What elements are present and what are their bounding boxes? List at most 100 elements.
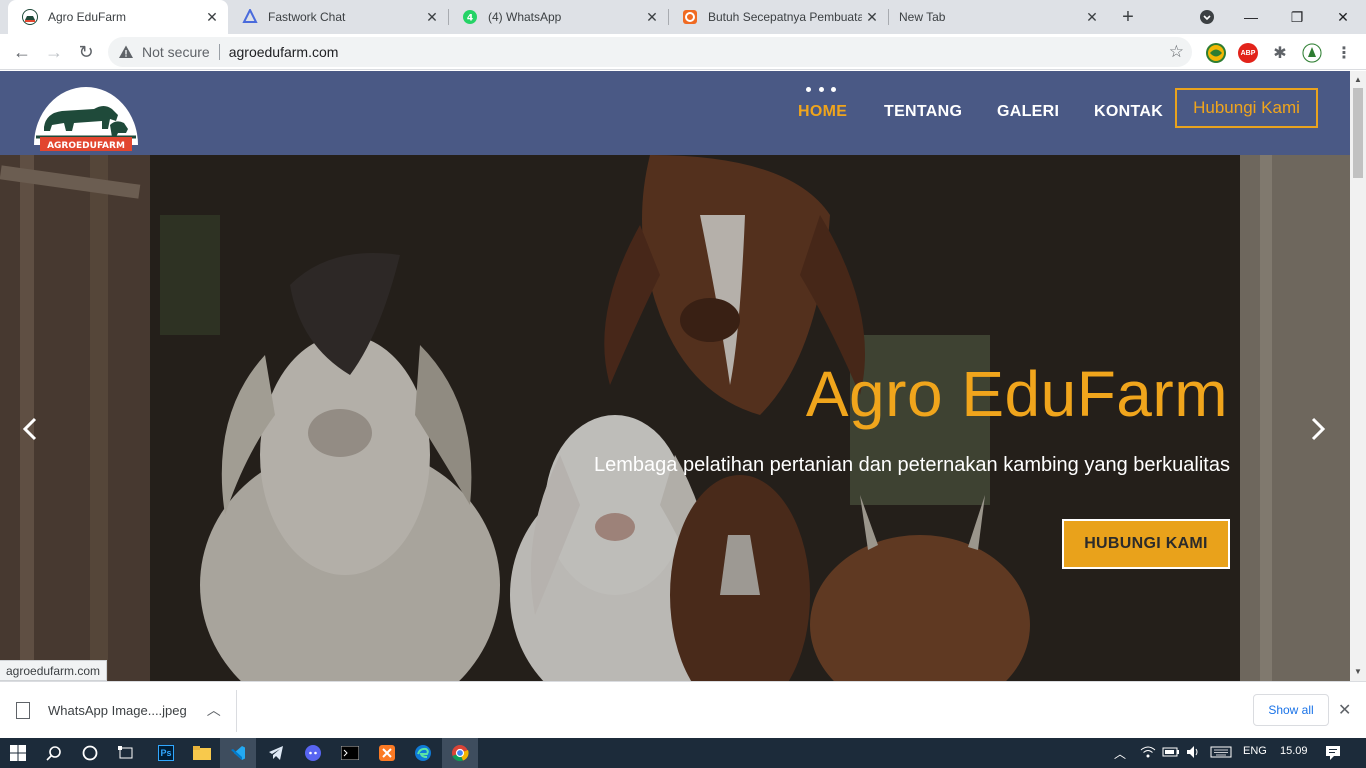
scroll-up-icon[interactable]: ▲ <box>1353 75 1363 85</box>
hero-carousel: Agro EduFarm Lembaga pelatihan pertanian… <box>0 155 1350 681</box>
close-tab-icon[interactable]: ✕ <box>642 7 662 27</box>
photoshop-label: Ps <box>158 745 174 761</box>
nav-tentang[interactable]: TENTANG <box>884 103 962 121</box>
scrollbar-thumb[interactable] <box>1353 88 1363 178</box>
task-view-icon[interactable] <box>108 738 144 768</box>
project-site-icon <box>682 9 698 25</box>
tab-search-button[interactable] <box>1184 0 1230 34</box>
nav-home[interactable]: HOME <box>798 103 847 121</box>
download-bar: WhatsApp Image....jpeg ︿ Show all ✕ <box>0 681 1366 738</box>
close-tab-icon[interactable]: ✕ <box>1082 7 1102 27</box>
photoshop-icon[interactable]: Ps <box>148 738 184 768</box>
discord-icon[interactable] <box>295 738 331 768</box>
tab-whatsapp[interactable]: 4 (4) WhatsApp ✕ <box>448 0 668 34</box>
browser-toolbar: ← → ↻ Not secure agroedufarm.com ☆ ABP ✱… <box>0 34 1366 70</box>
volume-icon[interactable] <box>1186 745 1202 762</box>
tray-chevron-up-icon[interactable]: ︿ <box>1114 745 1126 762</box>
bookmark-star-icon[interactable]: ☆ <box>1169 42 1184 62</box>
tab-title: Butuh Secepatnya Pembuatan <box>708 10 862 24</box>
status-bar-url: agroedufarm.com <box>0 660 108 681</box>
arrow-right-icon: → <box>45 41 63 62</box>
logo-text: AGROEDUFARM <box>47 141 125 151</box>
tab-new-tab[interactable]: New Tab ✕ <box>888 0 1108 34</box>
tab-butuh-secepatnya[interactable]: Butuh Secepatnya Pembuatan ✕ <box>668 0 888 34</box>
vscode-icon[interactable] <box>220 738 256 768</box>
url-text[interactable]: agroedufarm.com <box>229 44 339 60</box>
back-button[interactable]: ← <box>8 38 36 66</box>
download-separator <box>236 690 237 732</box>
browser-tab-strip: Agro EduFarm ✕ Fastwork Chat ✕ 4 (4) Wha… <box>0 0 1366 34</box>
xampp-icon[interactable] <box>369 738 405 768</box>
show-all-button[interactable]: Show all <box>1253 694 1329 726</box>
search-icon[interactable] <box>36 738 72 768</box>
security-label[interactable]: Not secure <box>142 44 210 60</box>
download-file-name: WhatsApp Image....jpeg <box>48 702 187 718</box>
active-indicator-dots <box>806 87 836 93</box>
nav-galeri[interactable]: GALERI <box>997 103 1059 121</box>
tab-search-icon <box>1200 10 1214 24</box>
download-item[interactable]: WhatsApp Image....jpeg ︿ <box>16 694 221 726</box>
tab-title: New Tab <box>899 10 946 24</box>
close-tab-icon[interactable]: ✕ <box>862 7 882 27</box>
restore-icon: ❐ <box>1290 8 1304 25</box>
cortana-icon[interactable] <box>72 738 108 768</box>
svg-text:4: 4 <box>467 14 473 24</box>
keyboard-icon[interactable] <box>1210 745 1232 762</box>
chrome-icon[interactable] <box>442 738 478 768</box>
omnibox-divider <box>218 44 220 60</box>
close-download-bar-icon[interactable]: ✕ <box>1338 700 1351 720</box>
chevron-right-icon[interactable] <box>1306 417 1330 441</box>
profile-avatar[interactable] <box>1302 43 1322 63</box>
hubungi-kami-hero-button[interactable]: HUBUNGI KAMI <box>1062 519 1230 569</box>
forward-button[interactable]: → <box>40 38 68 66</box>
minimize-icon: — <box>1244 9 1258 25</box>
puzzle-icon[interactable]: ✱ <box>1270 43 1290 63</box>
nav-kontak[interactable]: KONTAK <box>1094 103 1163 121</box>
site-navbar: AGROEDUFARM HOME TENTANG GALERI KONTAK H… <box>0 71 1350 155</box>
windows-start-icon[interactable] <box>0 738 36 768</box>
wifi-icon[interactable] <box>1140 745 1156 762</box>
agro-edufarm-favicon-icon <box>22 9 38 25</box>
close-window-button[interactable]: ✕ <box>1320 0 1366 34</box>
tab-title: Agro EduFarm <box>48 10 127 24</box>
reload-button[interactable]: ↻ <box>72 38 100 66</box>
warning-icon <box>119 45 133 58</box>
tab-title: (4) WhatsApp <box>488 10 562 24</box>
minimize-button[interactable]: — <box>1228 0 1274 34</box>
language-indicator[interactable]: ENG <box>1243 745 1267 757</box>
tab-fastwork-chat[interactable]: Fastwork Chat ✕ <box>228 0 448 34</box>
chevron-left-icon[interactable] <box>18 417 42 441</box>
telegram-icon[interactable] <box>258 738 294 768</box>
tab-agro-edufarm[interactable]: Agro EduFarm ✕ <box>8 0 228 34</box>
site-logo[interactable]: AGROEDUFARM <box>32 79 140 151</box>
abp-label: ABP <box>1240 49 1256 57</box>
whatsapp-icon: 4 <box>462 9 478 25</box>
windows-taskbar: Ps ︿ ENG 15.09 <box>0 738 1366 768</box>
hero-title: Agro EduFarm <box>805 358 1228 430</box>
file-explorer-icon[interactable] <box>184 738 220 768</box>
web-page: AGROEDUFARM HOME TENTANG GALERI KONTAK H… <box>0 71 1350 681</box>
adblock-plus-icon[interactable]: ABP <box>1238 43 1258 63</box>
restore-button[interactable]: ❐ <box>1274 0 1320 34</box>
edge-icon[interactable] <box>405 738 441 768</box>
clock[interactable]: 15.09 <box>1280 745 1308 757</box>
tab-title: Fastwork Chat <box>268 10 346 24</box>
chrome-menu-icon[interactable]: ⋮ <box>1334 43 1354 63</box>
close-tab-icon[interactable]: ✕ <box>422 7 442 27</box>
address-bar[interactable]: Not secure agroedufarm.com ☆ <box>108 37 1192 67</box>
fastwork-icon <box>242 9 258 25</box>
hubungi-kami-nav-button[interactable]: Hubungi Kami <box>1175 88 1318 128</box>
chevron-up-icon[interactable]: ︿ <box>207 700 221 720</box>
scroll-down-icon[interactable]: ▼ <box>1353 667 1363 677</box>
reload-icon: ↻ <box>78 41 94 62</box>
action-center-icon[interactable] <box>1325 745 1341 764</box>
file-icon <box>16 701 30 719</box>
hero-subtitle: Lembaga pelatihan pertanian dan peternak… <box>593 454 1230 476</box>
battery-icon[interactable] <box>1162 745 1180 762</box>
page-scrollbar[interactable]: ▲ ▼ <box>1350 71 1366 681</box>
arrow-left-icon: ← <box>13 41 31 62</box>
globe-extension-icon[interactable] <box>1206 43 1226 63</box>
new-tab-button[interactable]: + <box>1116 5 1140 29</box>
close-tab-icon[interactable]: ✕ <box>202 7 222 27</box>
terminal-icon[interactable] <box>332 738 368 768</box>
